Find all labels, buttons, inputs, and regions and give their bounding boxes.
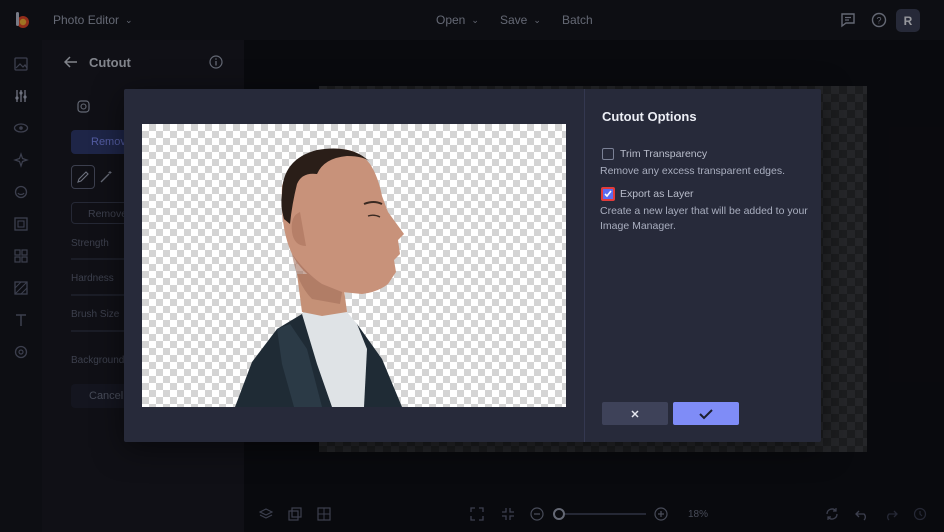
cutout-subject-image bbox=[235, 148, 404, 407]
save-label: Save bbox=[500, 13, 528, 27]
effects-icon[interactable] bbox=[13, 152, 29, 168]
layers-icon[interactable] bbox=[259, 507, 273, 521]
app-switcher[interactable]: Photo Editor ⌄ bbox=[53, 13, 133, 27]
cancel-button[interactable]: Cancel bbox=[71, 384, 131, 408]
feedback-icon[interactable] bbox=[840, 12, 856, 28]
zoom-out-icon[interactable] bbox=[530, 507, 544, 521]
export-as-layer-label[interactable]: Export as Layer bbox=[620, 188, 694, 200]
batch-label: Batch bbox=[562, 13, 593, 27]
hardness-label: Hardness bbox=[71, 273, 114, 284]
strength-slider[interactable] bbox=[71, 258, 131, 260]
image-icon[interactable] bbox=[13, 56, 29, 72]
user-avatar[interactable]: R bbox=[896, 9, 920, 32]
checkmark-icon bbox=[604, 190, 612, 198]
instagram-icon[interactable] bbox=[77, 100, 90, 113]
cancel-button-label: Cancel bbox=[89, 390, 124, 402]
textures-icon[interactable] bbox=[13, 280, 29, 296]
cutout-preview bbox=[142, 124, 566, 407]
top-bar: Photo Editor ⌄ Open ⌄ Save ⌄ Batch ? R bbox=[0, 0, 944, 40]
redo-icon[interactable] bbox=[884, 507, 898, 521]
hardness-slider[interactable] bbox=[71, 294, 131, 296]
adjust-icon[interactable] bbox=[13, 88, 29, 104]
check-icon bbox=[699, 408, 713, 419]
back-arrow-icon[interactable] bbox=[64, 56, 78, 68]
chevron-down-icon: ⌄ bbox=[471, 14, 479, 25]
graphics-icon[interactable] bbox=[13, 248, 29, 264]
brush-size-slider[interactable] bbox=[71, 330, 131, 332]
brush-size-label: Brush Size bbox=[71, 309, 120, 320]
open-menu[interactable]: Open ⌄ bbox=[436, 13, 479, 27]
info-icon[interactable] bbox=[209, 55, 223, 69]
zoom-slider-track[interactable] bbox=[556, 513, 646, 515]
close-icon bbox=[631, 409, 639, 418]
zoom-level: 18% bbox=[688, 509, 709, 520]
text-icon[interactable] bbox=[13, 312, 29, 328]
fit-screen-icon[interactable] bbox=[470, 507, 484, 521]
frames-icon[interactable] bbox=[13, 216, 29, 232]
rotate-icon[interactable] bbox=[825, 507, 839, 521]
brush-tool-button[interactable] bbox=[71, 165, 95, 189]
app-name: Photo Editor bbox=[53, 13, 120, 27]
svg-text:?: ? bbox=[876, 16, 881, 26]
modal-confirm-button[interactable] bbox=[673, 402, 739, 425]
export-as-layer-checkbox[interactable] bbox=[601, 187, 615, 201]
brush-icon bbox=[77, 171, 89, 183]
trim-transparency-label[interactable]: Trim Transparency bbox=[620, 148, 707, 160]
avatar-initial: R bbox=[903, 13, 913, 28]
export-as-layer-description: Create a new layer that will be added to… bbox=[600, 205, 808, 232]
history-icon[interactable] bbox=[913, 507, 927, 521]
save-menu[interactable]: Save ⌄ bbox=[500, 13, 541, 27]
remove-button[interactable]: Remove bbox=[71, 202, 131, 224]
chevron-down-icon: ⌄ bbox=[125, 14, 133, 25]
strength-label: Strength bbox=[71, 238, 109, 249]
zoom-in-icon[interactable] bbox=[654, 507, 668, 521]
settings-icon[interactable] bbox=[13, 344, 29, 360]
photo-editor-app: Photo Editor ⌄ Open ⌄ Save ⌄ Batch ? R C… bbox=[0, 0, 944, 532]
trim-transparency-checkbox[interactable] bbox=[602, 148, 614, 160]
cutout-options-modal: Cutout Options Trim Transparency Remove … bbox=[124, 89, 821, 442]
eye-icon[interactable] bbox=[13, 120, 29, 136]
background-label: Background bbox=[71, 355, 125, 366]
remove-tab[interactable]: Remov bbox=[71, 130, 131, 154]
touch-up-icon[interactable] bbox=[13, 184, 29, 200]
remove-button-label: Remove bbox=[88, 208, 128, 220]
remove-tab-label: Remov bbox=[91, 136, 126, 148]
modal-divider bbox=[584, 89, 585, 442]
grid-icon[interactable] bbox=[317, 507, 331, 521]
zoom-slider-handle[interactable] bbox=[553, 508, 565, 520]
help-icon[interactable]: ? bbox=[871, 12, 887, 28]
actual-size-icon[interactable] bbox=[501, 507, 515, 521]
undo-icon[interactable] bbox=[855, 507, 869, 521]
open-label: Open bbox=[436, 13, 466, 27]
panel-title: Cutout bbox=[89, 55, 131, 70]
magic-wand-icon[interactable] bbox=[100, 170, 113, 183]
chevron-down-icon: ⌄ bbox=[533, 14, 541, 25]
modal-cancel-button[interactable] bbox=[602, 402, 668, 425]
duplicate-icon[interactable] bbox=[288, 507, 302, 521]
tool-rail bbox=[0, 40, 42, 532]
app-logo-icon[interactable] bbox=[13, 11, 31, 29]
options-title: Cutout Options bbox=[602, 109, 697, 124]
batch-menu[interactable]: Batch bbox=[562, 13, 593, 27]
trim-transparency-description: Remove any excess transparent edges. bbox=[600, 165, 786, 177]
